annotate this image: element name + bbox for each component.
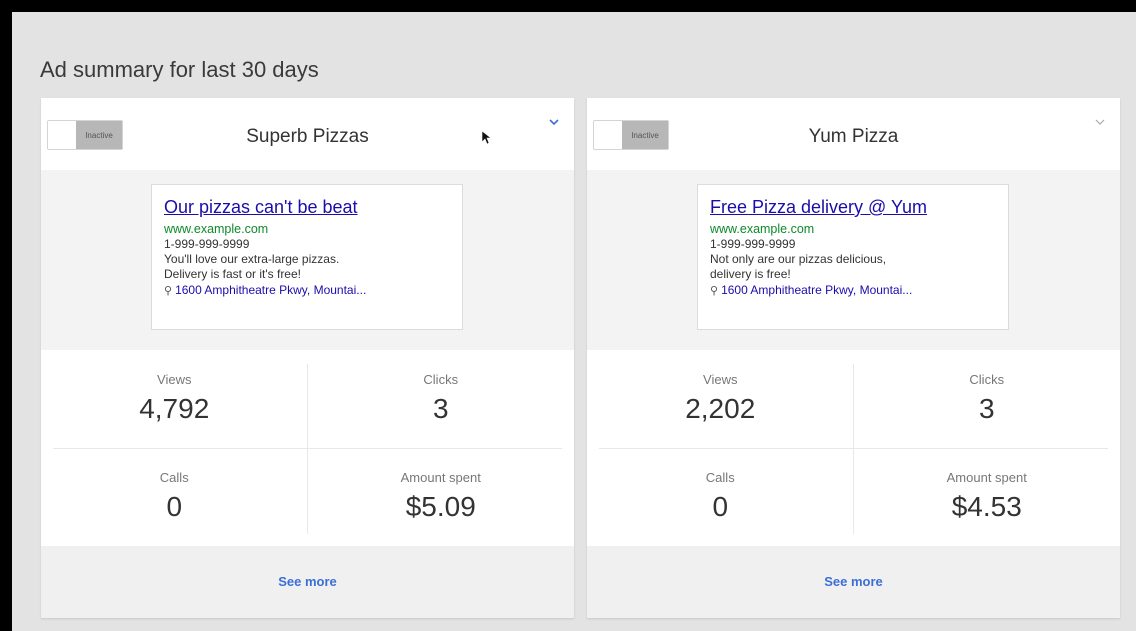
stat-views: Views 2,202 xyxy=(587,350,854,448)
location-pin-icon: ⚲ xyxy=(164,285,173,297)
ad-description-line-2: delivery is free! xyxy=(710,267,791,281)
ad-location-link[interactable]: ⚲ 1600 Amphitheatre Pkwy, Mountai... xyxy=(164,282,450,300)
stat-value: 3 xyxy=(978,393,995,424)
ad-card-yum-pizza: Inactive Yum Pizza Free Pizza delivery @… xyxy=(587,98,1120,618)
ad-location-text: 1600 Amphitheatre Pkwy, Mountai... xyxy=(721,283,913,297)
stat-label: Views xyxy=(157,372,192,387)
stat-amount-spent: Amount spent $4.53 xyxy=(854,448,1121,546)
ad-phone: 1-999-999-9999 xyxy=(710,237,796,251)
stat-views: Views 4,792 xyxy=(41,350,308,448)
stat-clicks: Clicks 3 xyxy=(854,350,1121,448)
ad-description-line-1: Not only are our pizzas delicious, xyxy=(710,252,887,266)
stat-label: Clicks xyxy=(423,372,459,387)
ad-headline-link[interactable]: Our pizzas can't be beat xyxy=(164,197,450,218)
ad-display-url: www.example.com xyxy=(710,222,815,236)
stat-value: 0 xyxy=(166,491,183,522)
stats-grid: Views 2,202 Clicks 3 Calls 0 Amount spen… xyxy=(587,350,1120,546)
card-footer: See more xyxy=(41,546,574,618)
card-header: Inactive Yum Pizza xyxy=(587,98,1120,171)
ad-location-link[interactable]: ⚲ 1600 Amphitheatre Pkwy, Mountai... xyxy=(710,282,996,300)
page-title: Ad summary for last 30 days xyxy=(40,57,319,82)
ad-description-line-2: Delivery is fast or it's free! xyxy=(164,267,301,281)
stat-amount-spent: Amount spent $5.09 xyxy=(308,448,575,546)
ad-preview: Our pizzas can't be beat www.example.com… xyxy=(151,184,463,330)
mouse-cursor-icon xyxy=(482,131,492,145)
stat-calls: Calls 0 xyxy=(587,448,854,546)
ad-card-superb-pizzas: Inactive Superb Pizzas Our pizzas can't … xyxy=(41,98,574,618)
stat-value: 2,202 xyxy=(685,393,756,424)
ad-description-line-1: You'll love our extra-large pizzas. xyxy=(164,252,340,266)
chevron-down-icon[interactable] xyxy=(1094,116,1106,128)
stat-label: Amount spent xyxy=(946,470,1027,485)
stat-value: 3 xyxy=(432,393,449,424)
ad-location-text: 1600 Amphitheatre Pkwy, Mountai... xyxy=(175,283,367,297)
ad-phone: 1-999-999-9999 xyxy=(164,237,250,251)
stat-label: Amount spent xyxy=(400,470,481,485)
see-more-link[interactable]: See more xyxy=(587,574,1120,589)
stat-label: Calls xyxy=(159,470,189,485)
stat-value: $4.53 xyxy=(951,491,1022,522)
stat-value: 0 xyxy=(712,491,729,522)
ad-headline-link[interactable]: Free Pizza delivery @ Yum xyxy=(710,197,996,218)
location-pin-icon: ⚲ xyxy=(710,285,719,297)
card-title: Yum Pizza xyxy=(808,126,899,147)
see-more-link[interactable]: See more xyxy=(41,574,574,589)
stat-value: $5.09 xyxy=(405,491,476,522)
chevron-down-icon[interactable] xyxy=(548,116,560,128)
stat-value: 4,792 xyxy=(139,393,210,424)
ad-display-url: www.example.com xyxy=(164,222,269,236)
stat-label: Clicks xyxy=(969,372,1005,387)
stats-grid: Views 4,792 Clicks 3 Calls 0 Amount spen… xyxy=(41,350,574,546)
card-footer: See more xyxy=(587,546,1120,618)
card-header: Inactive Superb Pizzas xyxy=(41,98,574,171)
stat-calls: Calls 0 xyxy=(41,448,308,546)
stat-label: Views xyxy=(703,372,738,387)
stat-label: Calls xyxy=(705,470,735,485)
stat-clicks: Clicks 3 xyxy=(308,350,575,448)
ad-preview: Free Pizza delivery @ Yum www.example.co… xyxy=(697,184,1009,330)
card-title: Superb Pizzas xyxy=(246,126,369,147)
